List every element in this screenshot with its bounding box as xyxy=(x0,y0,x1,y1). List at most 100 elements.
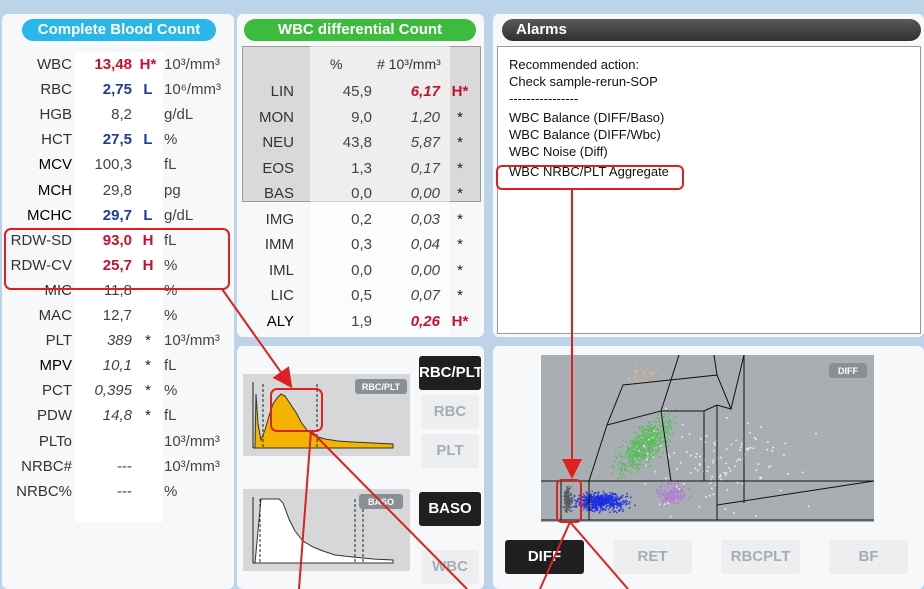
scatter-dot xyxy=(608,499,611,502)
scatter-dot xyxy=(635,378,637,380)
cbc-param-name: MCHC xyxy=(27,206,72,224)
plt-button[interactable]: PLT xyxy=(421,434,479,468)
scatter-dot xyxy=(667,486,669,489)
scatter-dot xyxy=(626,492,628,495)
rbc-plt-histogram[interactable]: RBC/PLT xyxy=(243,374,410,456)
scatter-dot xyxy=(646,452,649,455)
diff-scattergram[interactable]: DIFF xyxy=(541,354,875,522)
scatter-dot xyxy=(584,505,586,507)
scatter-dot xyxy=(664,485,666,488)
wbc-diff-row: IMM 0,3 0,04 * xyxy=(237,233,484,257)
scatter-dot xyxy=(571,501,573,504)
tab-diff[interactable]: DIFF xyxy=(505,540,584,574)
scatter-dot xyxy=(650,430,653,433)
scatter-dot xyxy=(673,452,675,454)
scatter-dot xyxy=(647,424,649,427)
tab-ret[interactable]: RET xyxy=(613,540,692,574)
scatter-dot xyxy=(616,504,618,507)
scatter-dot xyxy=(584,499,587,501)
scatter-dot xyxy=(784,442,787,445)
scatter-dot xyxy=(707,466,710,468)
scatter-dot xyxy=(673,494,676,497)
wbc-diff-flag: H* xyxy=(451,312,469,330)
scatter-dot xyxy=(630,381,632,383)
scatter-dot xyxy=(601,499,604,502)
scatter-dot xyxy=(616,495,618,498)
scatter-dot xyxy=(644,454,646,456)
scatter-dot xyxy=(699,455,701,458)
rbc-plt-button[interactable]: RBC/PLT xyxy=(419,356,483,390)
scatter-dot xyxy=(658,447,660,450)
scatter-dot xyxy=(598,504,600,506)
scatter-dot xyxy=(622,500,624,502)
scatter-dot xyxy=(680,498,682,500)
scatter-dot xyxy=(610,501,612,504)
scatter-dot xyxy=(672,487,675,489)
scatter-dot xyxy=(627,376,629,379)
scatter-dot xyxy=(569,486,572,488)
scatter-dot xyxy=(627,446,629,449)
scatter-dot xyxy=(807,505,810,508)
scatter-dot xyxy=(772,446,774,449)
scatter-dot xyxy=(634,504,636,507)
scatter-dot xyxy=(583,508,585,510)
scatter-dot xyxy=(678,495,681,497)
scatter-dot xyxy=(566,486,568,489)
tab-rbcplt[interactable]: RBCPLT xyxy=(721,540,800,574)
wbc-diff-abs: 0,17 xyxy=(410,159,440,177)
scatter-dot xyxy=(603,504,605,506)
scatter-dot xyxy=(660,442,663,444)
scatter-dot xyxy=(676,485,678,488)
wbc-diff-pct: 1,9 xyxy=(351,312,372,330)
scatter-dot xyxy=(627,451,629,453)
scatter-dot xyxy=(660,446,663,449)
scatter-dot xyxy=(658,420,661,423)
scatter-dot xyxy=(619,454,621,456)
scatter-dot xyxy=(648,466,651,468)
scatter-dot xyxy=(586,509,589,512)
scatter-dot xyxy=(638,455,641,458)
scatter-dot xyxy=(769,465,772,468)
baso-histogram[interactable]: BASO xyxy=(243,489,410,571)
scatter-dot xyxy=(669,515,672,518)
scatter-dot xyxy=(604,508,607,511)
scatter-dot xyxy=(668,424,671,427)
scatter-dot xyxy=(650,424,652,426)
baso-button[interactable]: BASO xyxy=(419,492,481,526)
scatter-dot xyxy=(624,501,627,503)
scatter-dot xyxy=(575,503,577,505)
cbc-row: PCT 0,395 *% xyxy=(2,378,234,403)
scatter-dot xyxy=(591,505,594,507)
histogram-curve xyxy=(254,393,394,449)
alarms-title: Alarms xyxy=(502,19,921,41)
scatter-dot xyxy=(682,491,684,493)
rbc-button[interactable]: RBC xyxy=(421,395,479,429)
cbc-param-flag: * xyxy=(145,357,151,375)
scatter-dot xyxy=(678,501,681,503)
scatter-dot xyxy=(709,482,712,484)
wbc-diff-pct: 45,9 xyxy=(342,83,372,100)
wbc-button[interactable]: WBC xyxy=(421,550,479,584)
cbc-panel: Complete Blood Count WBC 13,48 H* 10³/mm³ RB… xyxy=(2,14,234,589)
scatter-dot xyxy=(670,483,672,486)
alarm-line: Check sample-rerun-SOP xyxy=(509,74,658,89)
scatter-dot xyxy=(767,466,770,468)
scatter-dot xyxy=(581,497,583,499)
tab-bf[interactable]: BF xyxy=(829,540,908,574)
scattergram-panel: DIFF DIFF RET RBCPLT BF xyxy=(493,346,924,589)
scatter-dot xyxy=(630,496,632,499)
scatter-dot xyxy=(622,473,625,475)
scatter-dot xyxy=(645,461,647,464)
scatter-dot xyxy=(664,413,666,416)
wbc-diff-flag: * xyxy=(457,185,463,202)
scatter-dot xyxy=(678,490,680,493)
cbc-param-name: MCH xyxy=(37,181,72,199)
scatter-dot xyxy=(663,492,665,494)
scatter-dot xyxy=(648,438,650,441)
scatter-dot xyxy=(625,503,627,506)
scatter-dot xyxy=(647,368,649,371)
cbc-param-name: PCT xyxy=(42,382,72,400)
scatter-dot xyxy=(737,458,740,461)
wbc-diff-name: MON xyxy=(259,108,294,126)
scatter-dot xyxy=(631,442,633,444)
